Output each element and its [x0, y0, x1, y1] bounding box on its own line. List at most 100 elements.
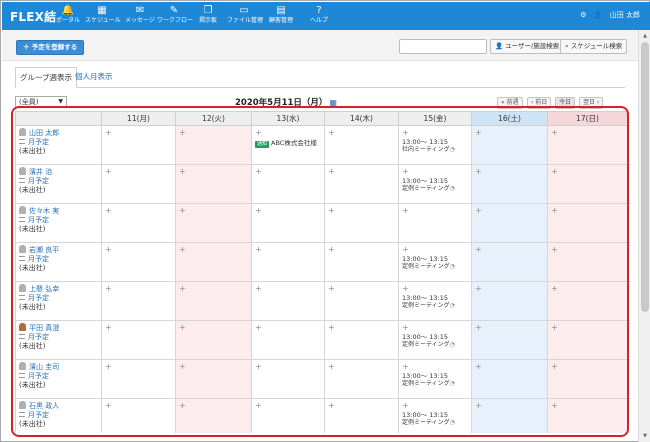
day-cell[interactable]: +13:00～ 13:15 社内ミーティング◔: [398, 125, 472, 165]
scrollbar-thumb[interactable]: [641, 42, 649, 312]
day-cell[interactable]: +: [251, 320, 325, 360]
tab-personal-month[interactable]: 個人月表示: [71, 67, 117, 88]
scroll-down-arrow-icon[interactable]: ▼: [641, 432, 649, 440]
add-event-plus-icon[interactable]: +: [328, 128, 395, 137]
day-cell[interactable]: +: [471, 281, 548, 321]
day-cell[interactable]: +: [547, 398, 627, 433]
add-event-plus-icon[interactable]: +: [551, 167, 624, 176]
add-event-plus-icon[interactable]: +: [328, 401, 395, 410]
schedule-search-input[interactable]: [399, 39, 487, 54]
monthly-schedule-link[interactable]: 月予定: [19, 411, 98, 420]
add-event-plus-icon[interactable]: +: [179, 284, 248, 293]
add-event-plus-icon[interactable]: +: [475, 284, 544, 293]
day-cell[interactable]: +: [101, 281, 176, 321]
day-cell[interactable]: +: [471, 359, 548, 399]
day-cell[interactable]: +: [547, 242, 627, 282]
day-cell[interactable]: +: [324, 398, 399, 433]
day-cell[interactable]: +: [101, 125, 176, 165]
add-event-plus-icon[interactable]: +: [179, 362, 248, 371]
user-facility-search-button[interactable]: 👤 ユーザー/施設検索: [490, 39, 565, 54]
add-event-plus-icon[interactable]: +: [179, 128, 248, 137]
add-event-plus-icon[interactable]: +: [105, 401, 172, 410]
add-event-plus-icon[interactable]: +: [255, 284, 321, 293]
member-name-link[interactable]: 濱井 治: [19, 167, 98, 177]
add-event-plus-icon[interactable]: +: [475, 323, 544, 332]
calendar-picker-icon[interactable]: ▦: [329, 98, 337, 107]
day-cell[interactable]: +: [547, 320, 627, 360]
day-cell[interactable]: +: [398, 203, 472, 243]
event-item[interactable]: 通知 ABC株式会社様: [255, 139, 317, 148]
day-cell[interactable]: +: [175, 125, 252, 165]
nav-item-7[interactable]: ? ヘルプ: [302, 5, 336, 25]
day-cell[interactable]: +: [547, 203, 627, 243]
add-event-plus-icon[interactable]: +: [328, 323, 395, 332]
add-event-plus-icon[interactable]: +: [402, 128, 468, 137]
add-event-plus-icon[interactable]: +: [255, 167, 321, 176]
monthly-schedule-link[interactable]: 月予定: [19, 216, 98, 225]
add-event-plus-icon[interactable]: +: [255, 128, 321, 137]
monthly-schedule-link[interactable]: 月予定: [19, 255, 98, 264]
day-cell[interactable]: +: [175, 320, 252, 360]
add-event-plus-icon[interactable]: +: [328, 206, 395, 215]
day-cell[interactable]: +: [547, 359, 627, 399]
add-event-plus-icon[interactable]: +: [179, 206, 248, 215]
nav-item-0[interactable]: 🔔 ポータル: [51, 5, 85, 25]
add-event-plus-icon[interactable]: +: [475, 362, 544, 371]
add-event-plus-icon[interactable]: +: [551, 245, 624, 254]
add-event-plus-icon[interactable]: +: [105, 206, 172, 215]
add-event-plus-icon[interactable]: +: [328, 362, 395, 371]
day-cell[interactable]: +13:00～ 13:15 定例ミーティング◔: [398, 320, 472, 360]
add-event-plus-icon[interactable]: +: [402, 245, 468, 254]
prev-week-button[interactable]: « 前週: [497, 97, 523, 109]
event-time[interactable]: 13:00～ 13:15: [402, 411, 468, 419]
prev-day-button[interactable]: ‹ 前日: [527, 97, 552, 109]
day-cell[interactable]: +: [324, 164, 399, 204]
next-day-button[interactable]: 翌日 ›: [579, 97, 604, 109]
monthly-schedule-link[interactable]: 月予定: [19, 333, 98, 342]
today-button[interactable]: 今日: [555, 97, 576, 109]
event-item[interactable]: 定例ミーティング◔: [402, 380, 468, 388]
add-event-plus-icon[interactable]: +: [402, 362, 468, 371]
tab-group-week[interactable]: グループ週表示: [15, 67, 78, 88]
add-event-plus-icon[interactable]: +: [402, 167, 468, 176]
event-time[interactable]: 13:00～ 13:15: [402, 333, 468, 341]
monthly-schedule-link[interactable]: 月予定: [19, 294, 98, 303]
add-event-plus-icon[interactable]: +: [179, 245, 248, 254]
event-item[interactable]: 定例ミーティング◔: [402, 263, 468, 271]
day-cell[interactable]: +: [471, 398, 548, 433]
add-event-plus-icon[interactable]: +: [255, 323, 321, 332]
user-name[interactable]: 山田 太郎: [610, 10, 640, 20]
add-event-plus-icon[interactable]: +: [255, 206, 321, 215]
day-cell[interactable]: +: [175, 359, 252, 399]
app-logo[interactable]: FLEX結: [10, 8, 56, 25]
event-time[interactable]: 13:00～ 13:15: [402, 294, 468, 302]
add-event-plus-icon[interactable]: +: [328, 284, 395, 293]
monthly-schedule-link[interactable]: 月予定: [19, 372, 98, 381]
day-cell[interactable]: +: [324, 281, 399, 321]
day-cell[interactable]: +: [175, 242, 252, 282]
add-event-plus-icon[interactable]: +: [475, 128, 544, 137]
add-event-plus-icon[interactable]: +: [105, 128, 172, 137]
add-event-plus-icon[interactable]: +: [105, 362, 172, 371]
add-event-plus-icon[interactable]: +: [402, 323, 468, 332]
add-event-plus-icon[interactable]: +: [402, 284, 468, 293]
nav-item-4[interactable]: ❐ 掲示板: [191, 5, 225, 25]
day-cell[interactable]: +13:00～ 13:15 定例ミーティング◔: [398, 242, 472, 282]
nav-item-6[interactable]: ▤ 顧客管理: [264, 5, 298, 25]
add-event-plus-icon[interactable]: +: [402, 401, 468, 410]
member-name-link[interactable]: 岩瀬 良平: [19, 245, 98, 255]
day-cell[interactable]: +: [471, 203, 548, 243]
event-item[interactable]: 定例ミーティング◔: [402, 185, 468, 193]
day-cell[interactable]: +: [251, 359, 325, 399]
event-item[interactable]: 定例ミーティング◔: [402, 341, 468, 349]
add-event-plus-icon[interactable]: +: [105, 167, 172, 176]
add-event-plus-icon[interactable]: +: [255, 401, 321, 410]
day-cell[interactable]: +: [324, 242, 399, 282]
event-time[interactable]: 13:00～ 13:15: [402, 177, 468, 185]
nav-item-5[interactable]: ▭ ファイル管理: [227, 5, 263, 25]
day-cell[interactable]: +: [251, 242, 325, 282]
add-event-plus-icon[interactable]: +: [551, 401, 624, 410]
add-event-plus-icon[interactable]: +: [255, 362, 321, 371]
monthly-schedule-link[interactable]: 月予定: [19, 138, 98, 147]
settings-icon[interactable]: ⚙: [580, 11, 586, 19]
